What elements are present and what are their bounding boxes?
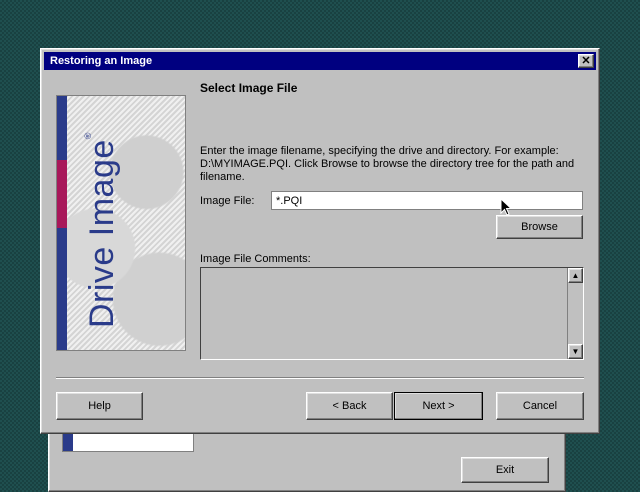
exit-button[interactable]: Exit bbox=[461, 457, 549, 483]
back-button[interactable]: < Back bbox=[306, 392, 393, 420]
background-logo-thumbnail bbox=[62, 432, 194, 452]
scroll-up-button[interactable]: ▲ bbox=[568, 268, 583, 283]
image-file-label: Image File: bbox=[200, 195, 255, 207]
dialog-title: Restoring an Image bbox=[50, 55, 153, 67]
logo-accent bbox=[57, 160, 67, 228]
separator bbox=[56, 377, 584, 379]
image-file-comments-label: Image File Comments: bbox=[200, 253, 311, 265]
restoring-image-dialog: Restoring an Image ✕ Drive Image® Select… bbox=[40, 48, 600, 434]
image-file-comments-area[interactable]: ▲ ▼ bbox=[200, 267, 584, 360]
instructions-text: Enter the image filename, specifying the… bbox=[200, 145, 575, 183]
title-bar[interactable]: Restoring an Image ✕ bbox=[44, 52, 596, 70]
drive-image-logo: Drive Image® bbox=[56, 95, 186, 351]
mouse-cursor-icon bbox=[500, 198, 512, 216]
next-button[interactable]: Next > bbox=[394, 392, 483, 420]
arrow-up-icon: ▲ bbox=[571, 271, 580, 280]
logo-text: Drive Image® bbox=[83, 132, 121, 328]
close-button[interactable]: ✕ bbox=[578, 54, 594, 68]
image-file-input[interactable] bbox=[271, 191, 583, 210]
scroll-down-button[interactable]: ▼ bbox=[568, 344, 583, 359]
browse-button[interactable]: Browse bbox=[496, 215, 583, 239]
help-button[interactable]: Help bbox=[56, 392, 143, 420]
arrow-down-icon: ▼ bbox=[571, 347, 580, 356]
comments-scrollbar[interactable]: ▲ ▼ bbox=[567, 268, 583, 359]
close-icon: ✕ bbox=[581, 54, 591, 67]
step-heading: Select Image File bbox=[200, 81, 298, 95]
cancel-button[interactable]: Cancel bbox=[496, 392, 584, 420]
